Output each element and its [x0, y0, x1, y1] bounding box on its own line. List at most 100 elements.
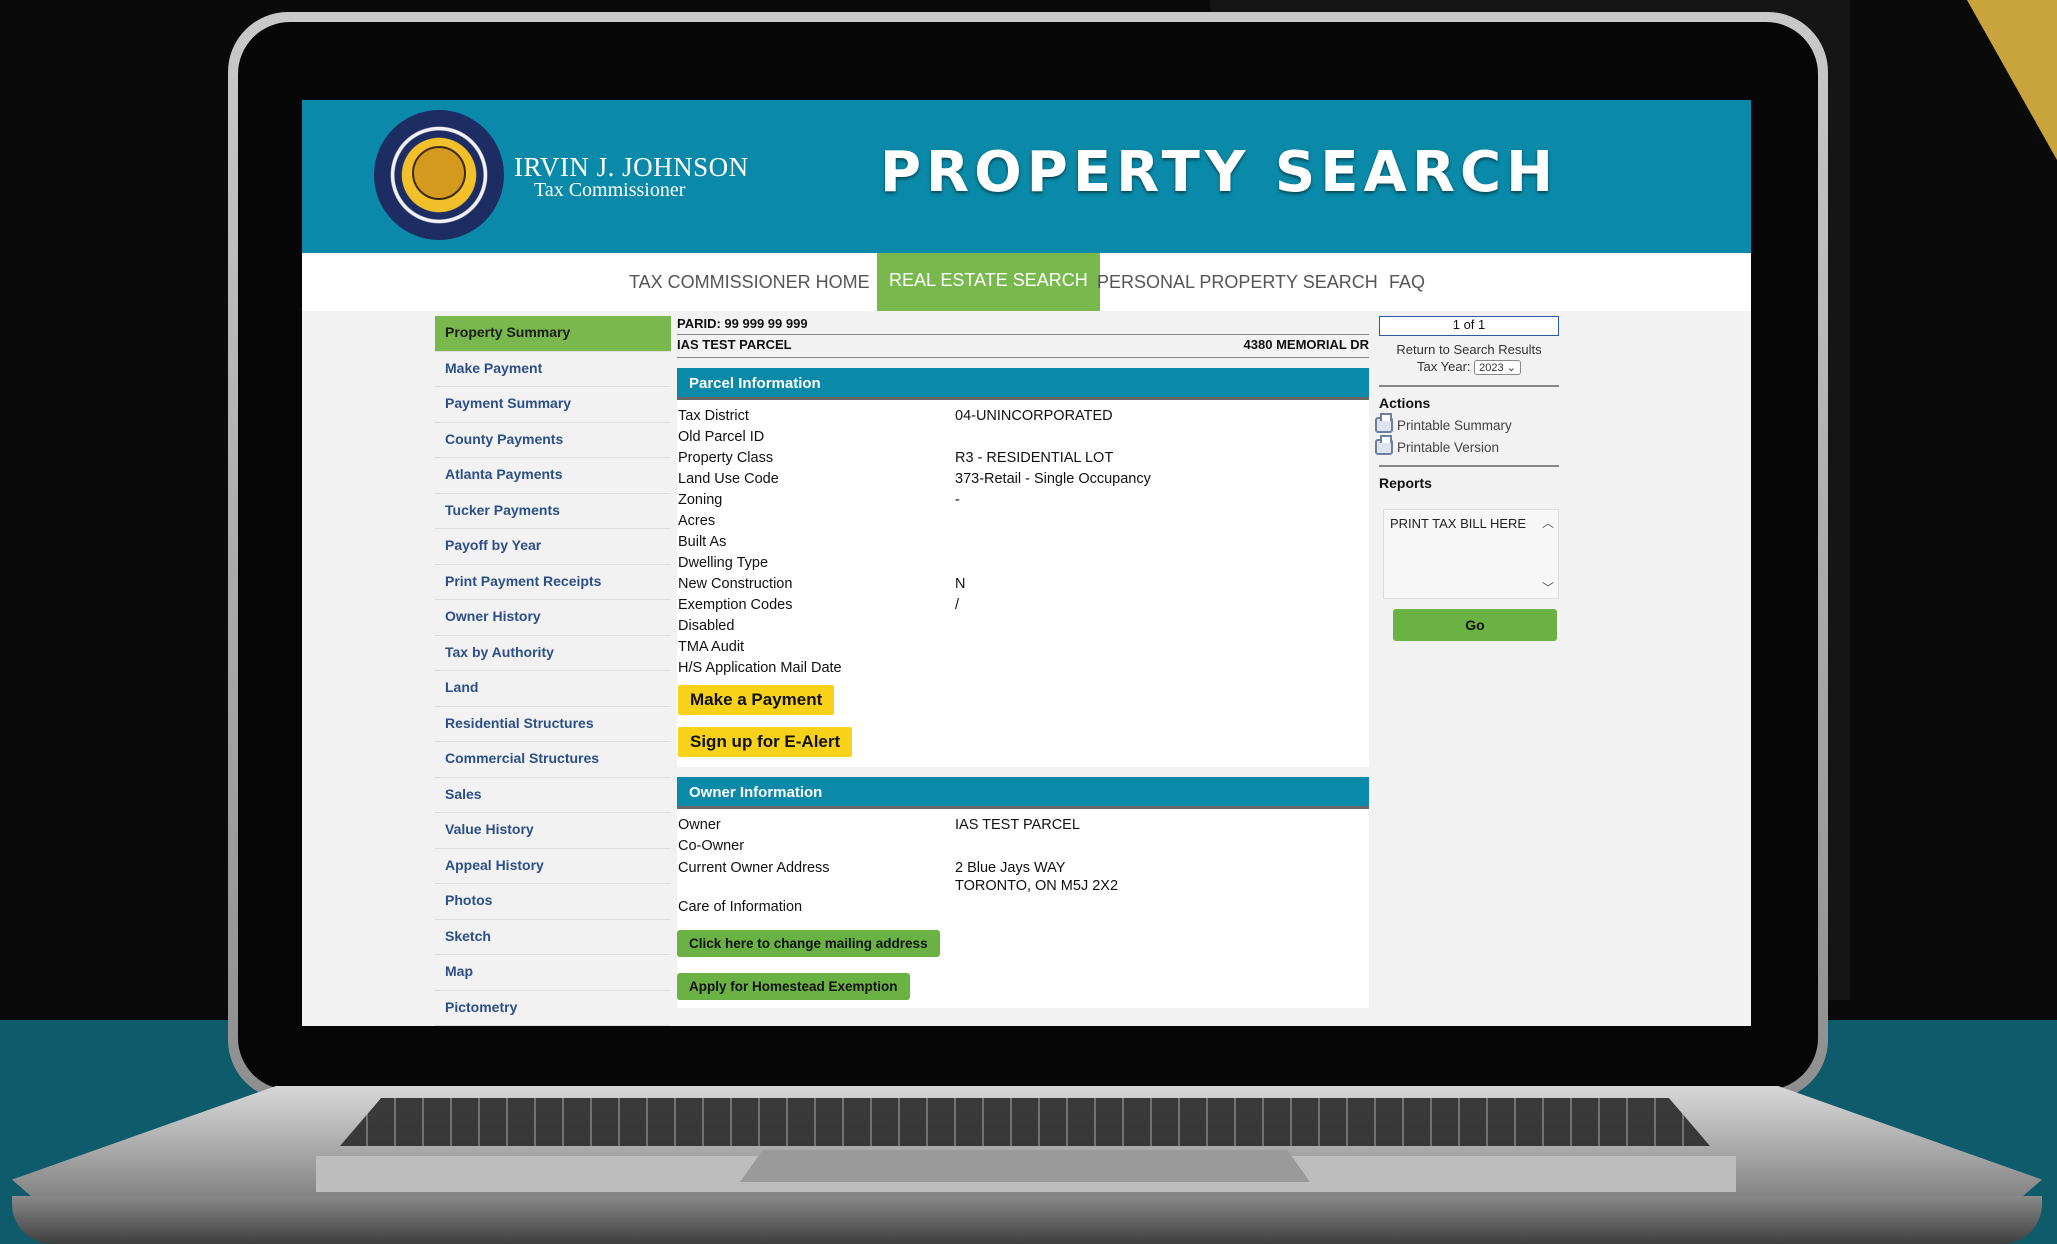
row-label: New Construction: [678, 576, 793, 592]
ealert-signup-button[interactable]: Sign up for E-Alert: [678, 727, 853, 757]
table-row: Property Class R3 - RESIDENTIAL LOT: [677, 448, 1369, 469]
sidebar-item-print-payment-receipts[interactable]: Print Payment Receipts: [435, 565, 671, 600]
table-row: Care of Information: [677, 897, 1369, 918]
printable-summary-link[interactable]: Printable Summary: [1375, 413, 1563, 433]
row-label: H/S Application Mail Date: [678, 660, 842, 676]
table-row: Old Parcel ID: [677, 427, 1369, 448]
sidebar-item-map[interactable]: Map: [435, 955, 671, 991]
table-row: TMA Audit: [677, 637, 1369, 658]
owner-address: 2 Blue Jays WAY TORONTO, ON M5J 2X2: [955, 859, 1118, 895]
row-label: Co-Owner: [678, 838, 745, 854]
row-label: Exemption Codes: [678, 597, 793, 613]
row-value: -: [955, 492, 960, 508]
sidebar-item-make-payment[interactable]: Make Payment: [435, 352, 671, 387]
row-value: /: [955, 597, 960, 613]
sidebar-item-payoff-by-year[interactable]: Payoff by Year: [435, 529, 671, 565]
sidebar-item-value-history[interactable]: Value History: [435, 813, 671, 849]
make-payment-button[interactable]: Make a Payment: [678, 685, 835, 715]
row-label: Current Owner Address: [678, 860, 830, 876]
address-line-2: TORONTO, ON M5J 2X2: [955, 878, 1119, 894]
sidebar-item-sketch[interactable]: Sketch: [435, 920, 671, 955]
table-row: Land Use Code 373-Retail - Single Occupan…: [677, 469, 1369, 490]
table-row: Dwelling Type: [677, 553, 1369, 574]
parcel-information-header: Parcel Information: [677, 368, 1369, 400]
row-label: Disabled: [678, 618, 735, 634]
row-label: TMA Audit: [678, 639, 745, 655]
report-option[interactable]: PRINT TAX BILL HERE: [1390, 516, 1526, 531]
laptop-trackpad: [740, 1150, 1310, 1182]
sidebar-menu: Property Summary Make Payment Payment Su…: [435, 316, 671, 1026]
tax-year-select[interactable]: 2023 ⌄: [1474, 360, 1521, 375]
row-label: Dwelling Type: [678, 555, 769, 571]
main-content: PARID: 99 999 99 999 IAS TEST PARCEL 438…: [677, 316, 1369, 1026]
table-row: Exemption Codes /: [677, 595, 1369, 616]
sidebar-item-land[interactable]: Land: [435, 671, 671, 707]
gold-corner-accent: [1967, 0, 2057, 160]
parcel-name: IAS TEST PARCEL: [677, 337, 792, 352]
row-label: Land Use Code: [678, 471, 779, 487]
printer-icon: [1375, 435, 1393, 455]
owner-information-header: Owner Information: [677, 777, 1369, 809]
sidebar-item-property-summary[interactable]: Property Summary: [435, 316, 671, 352]
chevron-up-icon[interactable]: ︿: [1542, 514, 1554, 531]
row-label: Owner: [678, 817, 721, 833]
sidebar-item-pictometry[interactable]: Pictometry: [435, 991, 671, 1026]
table-row: Co-Owner: [677, 836, 1369, 857]
homestead-exemption-button[interactable]: Apply for Homestead Exemption: [677, 973, 910, 1000]
table-row: Current Owner Address 2 Blue Jays WAY TOR…: [677, 859, 1369, 895]
nav-tax-commissioner-home[interactable]: TAX COMMISSIONER HOME: [629, 253, 870, 311]
parcel-summary-line: IAS TEST PARCEL 4380 MEMORIAL DR: [677, 334, 1369, 358]
table-row: Acres: [677, 511, 1369, 532]
sidebar-item-sales[interactable]: Sales: [435, 778, 671, 813]
reports-listbox[interactable]: PRINT TAX BILL HERE ︿ ﹀: [1383, 509, 1559, 599]
sidebar-item-residential-structures[interactable]: Residential Structures: [435, 707, 671, 742]
sidebar-item-county-payments[interactable]: County Payments: [435, 423, 671, 458]
table-row: Tax District 04-UNINCORPORATED: [677, 406, 1369, 427]
row-value: R3 - RESIDENTIAL LOT: [955, 450, 1114, 466]
row-label: Care of Information: [678, 899, 803, 915]
row-label: Old Parcel ID: [678, 429, 765, 445]
table-row: Built As: [677, 532, 1369, 553]
sidebar-item-commercial-structures[interactable]: Commercial Structures: [435, 742, 671, 778]
table-row: H/S Application Mail Date: [677, 658, 1369, 679]
laptop-screen: IRVIN J. JOHNSON Tax Commissioner PROPER…: [302, 100, 1751, 1026]
nav-personal-property-search[interactable]: PERSONAL PROPERTY SEARCH: [1097, 253, 1378, 311]
owner-value: IAS TEST PARCEL: [955, 817, 1080, 833]
row-label: Acres: [678, 513, 716, 529]
tax-year-label: Tax Year:: [1417, 359, 1471, 374]
row-label: Built As: [678, 534, 727, 550]
printable-version-link[interactable]: Printable Version: [1375, 435, 1563, 455]
sidebar-item-photos[interactable]: Photos: [435, 884, 671, 920]
row-label: Tax District: [678, 408, 749, 424]
table-row: Disabled: [677, 616, 1369, 637]
sidebar-item-atlanta-payments[interactable]: Atlanta Payments: [435, 458, 671, 494]
change-mailing-address-button[interactable]: Click here to change mailing address: [677, 930, 940, 957]
sidebar-item-appeal-history[interactable]: Appeal History: [435, 849, 671, 884]
chevron-down-icon[interactable]: ﹀: [1542, 579, 1554, 596]
nav-real-estate-search[interactable]: REAL ESTATE SEARCH: [877, 253, 1100, 311]
go-button[interactable]: Go: [1393, 609, 1557, 641]
page-title: PROPERTY SEARCH: [880, 140, 1558, 205]
laptop-base-bottom: [12, 1196, 2042, 1244]
nav-faq[interactable]: FAQ: [1389, 253, 1425, 311]
sidebar-item-tucker-payments[interactable]: Tucker Payments: [435, 494, 671, 529]
sidebar-item-tax-by-authority[interactable]: Tax by Authority: [435, 636, 671, 671]
table-row: Zoning -: [677, 490, 1369, 511]
parcel-address: 4380 MEMORIAL DR: [1243, 337, 1369, 352]
laptop-keyboard: [340, 1098, 1710, 1146]
owner-information-table: Owner IAS TEST PARCEL Co-Owner Current Ow…: [677, 809, 1369, 1008]
chevron-down-icon: ⌄: [1506, 362, 1516, 374]
return-to-search-link[interactable]: Return to Search Results: [1375, 342, 1563, 357]
divider: [1379, 465, 1559, 467]
sidebar-item-owner-history[interactable]: Owner History: [435, 600, 671, 636]
site-banner: IRVIN J. JOHNSON Tax Commissioner PROPER…: [302, 100, 1751, 253]
row-value: 373-Retail - Single Occupancy: [955, 471, 1151, 487]
table-row: Owner IAS TEST PARCEL: [677, 815, 1369, 836]
commissioner-brand: IRVIN J. JOHNSON Tax Commissioner: [514, 152, 749, 202]
table-row: New Construction N: [677, 574, 1369, 595]
sidebar-item-payment-summary[interactable]: Payment Summary: [435, 387, 671, 423]
promo-stage: IRVIN J. JOHNSON Tax Commissioner PROPER…: [0, 0, 2057, 1244]
result-pager: 1 of 1: [1379, 316, 1559, 336]
tax-year-value: 2023: [1479, 362, 1504, 374]
printer-icon: [1375, 413, 1393, 433]
